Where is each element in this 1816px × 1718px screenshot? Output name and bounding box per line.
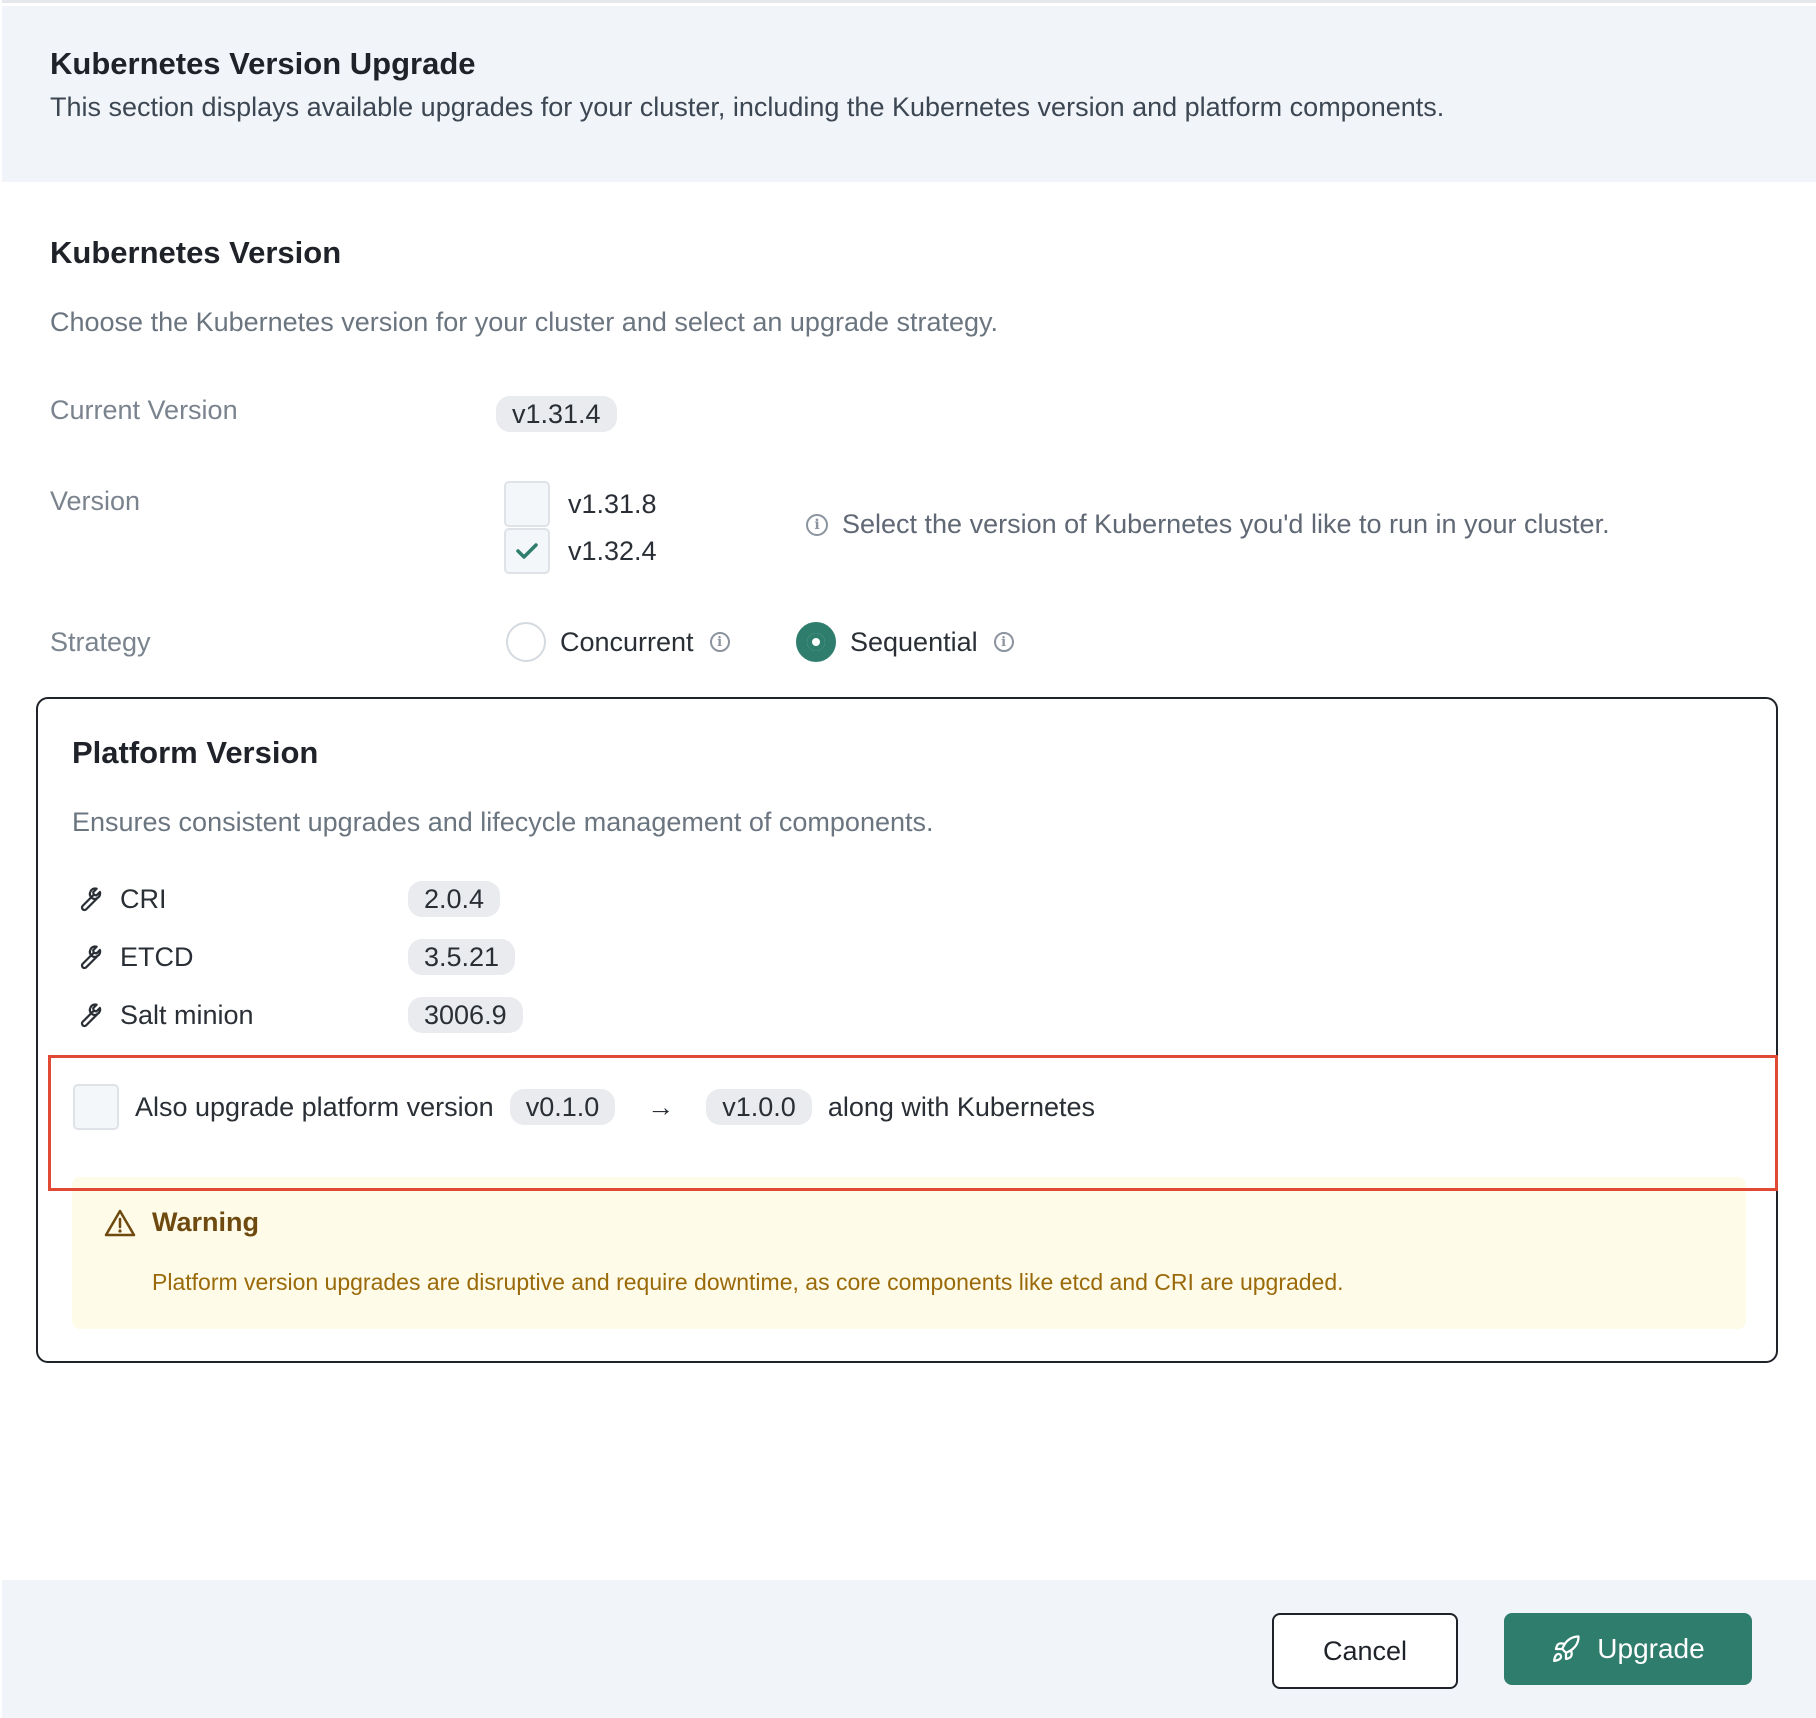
platform-upgrade-suffix: along with Kubernetes [827, 1091, 1095, 1122]
component-version-badge: 2.0.4 [408, 881, 501, 917]
platform-section-description: Ensures consistent upgrades and lifecycl… [72, 807, 934, 837]
strategy-radio-sequential[interactable] [796, 622, 836, 662]
platform-to-version-badge: v1.0.0 [706, 1089, 812, 1125]
warning-title: Warning [152, 1207, 259, 1237]
strategy-option-label: Concurrent [560, 626, 694, 657]
dialog-description: This section displays available upgrades… [50, 92, 1445, 122]
component-version-badge: 3006.9 [408, 997, 523, 1033]
component-version-badge: 3.5.21 [408, 939, 516, 975]
cancel-button[interactable]: Cancel [1272, 1613, 1458, 1689]
platform-upgrade-option-content: Also upgrade platform version v0.1.0 → v… [73, 1084, 1095, 1130]
upgrade-button[interactable]: Upgrade [1504, 1613, 1752, 1685]
component-row-salt-minion: Salt minion 3006.9 [72, 995, 523, 1035]
rocket-icon [1553, 1635, 1580, 1662]
component-row-cri: CRI 2.0.4 [72, 879, 501, 919]
component-name: ETCD [120, 941, 194, 972]
warning-triangle-icon [104, 1209, 136, 1236]
version-checkbox-v1-31-8[interactable] [504, 481, 550, 527]
strategy-label: Strategy [50, 627, 151, 657]
version-option-v1-32-4[interactable]: v1.32.4 [504, 528, 657, 574]
strategy-radio-concurrent[interactable] [506, 622, 546, 662]
dialog-title: Kubernetes Version Upgrade [50, 46, 476, 81]
upgrade-button-label: Upgrade [1597, 1633, 1705, 1664]
wrench-icon [80, 945, 102, 970]
info-icon: i [806, 513, 828, 536]
info-icon[interactable]: i [709, 632, 730, 652]
version-hint-text: Select the version of Kubernetes you'd l… [842, 509, 1610, 539]
arrow-right-icon: → [647, 1091, 675, 1122]
wrench-icon [80, 887, 102, 912]
warning-alert: Warning Platform version upgrades are di… [72, 1177, 1746, 1329]
version-checkbox-v1-32-4[interactable] [504, 528, 550, 574]
component-row-etcd: ETCD 3.5.21 [72, 937, 516, 977]
strategy-option-label: Sequential [850, 626, 978, 657]
dialog-footer: Cancel Upgrade [2, 1580, 1816, 1718]
platform-upgrade-text: Also upgrade platform version [135, 1091, 494, 1122]
platform-version-card: Platform Version Ensures consistent upgr… [36, 697, 1778, 1363]
kubernetes-section-description: Choose the Kubernetes version for your c… [50, 307, 999, 337]
version-option-label: v1.31.8 [568, 488, 657, 519]
component-name: Salt minion [120, 999, 254, 1030]
strategy-option-concurrent[interactable]: Concurrent i [506, 620, 730, 664]
wrench-icon [80, 1003, 102, 1028]
platform-from-version-badge: v0.1.0 [509, 1089, 616, 1125]
version-option-v1-31-8[interactable]: v1.31.8 [504, 481, 657, 527]
component-name: CRI [120, 883, 167, 914]
strategy-option-sequential[interactable]: Sequential i [796, 620, 1014, 664]
warning-header: Warning [104, 1207, 259, 1238]
warning-text: Platform version upgrades are disruptive… [152, 1269, 1344, 1295]
current-version-badge: v1.31.4 [496, 396, 617, 432]
current-version-label: Current Version [50, 395, 238, 425]
dialog-header: Kubernetes Version Upgrade This section … [2, 6, 1816, 182]
version-hint: i Select the version of Kubernetes you'd… [806, 509, 1610, 540]
platform-upgrade-checkbox[interactable] [73, 1084, 119, 1130]
version-label: Version [50, 486, 141, 516]
platform-section-title: Platform Version [72, 735, 319, 770]
info-icon[interactable]: i [993, 632, 1014, 652]
kubernetes-section-title: Kubernetes Version [50, 235, 342, 270]
check-icon [516, 543, 538, 559]
upgrade-dialog: Kubernetes Version Upgrade This section … [2, 0, 1816, 1718]
version-option-label: v1.32.4 [568, 535, 657, 566]
platform-upgrade-option: Also upgrade platform version v0.1.0 → v… [48, 1055, 1778, 1191]
